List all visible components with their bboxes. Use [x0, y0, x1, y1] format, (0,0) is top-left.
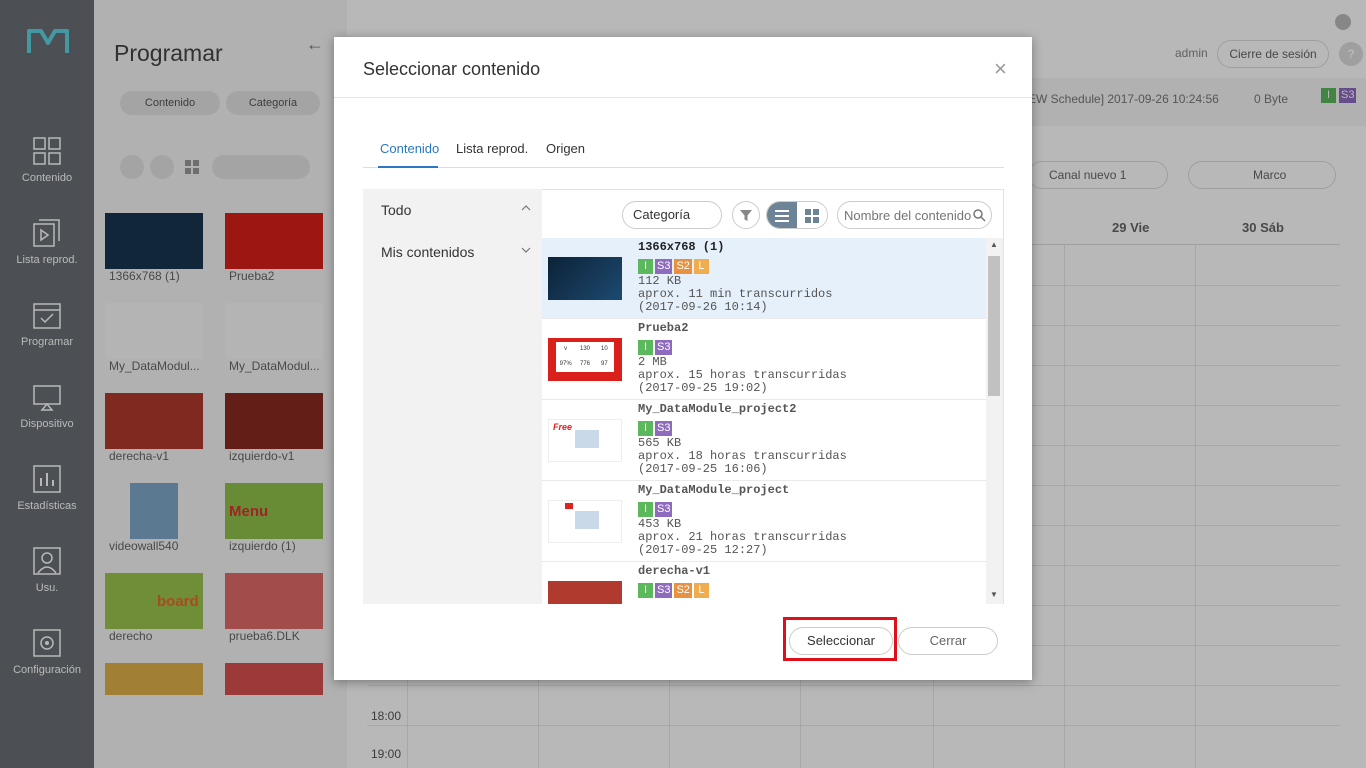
- content-search-input[interactable]: [837, 201, 992, 229]
- badge-i: I: [638, 583, 653, 598]
- list-icon: [775, 210, 789, 222]
- list-item[interactable]: Free My_DataModule_project2 I S3 565 KB a…: [542, 400, 986, 481]
- scrollbar-thumb[interactable]: [988, 256, 1000, 396]
- grid-icon: [805, 209, 819, 223]
- list-item[interactable]: v 130 10 97% 776 97 Prueba2 I S3 2 MB aprox. 1…: [542, 319, 986, 400]
- content-thumbnail: [548, 500, 622, 543]
- thumb-cell: 10: [600, 346, 608, 352]
- badge-s2: S2: [674, 583, 692, 598]
- filter-icon: [740, 210, 752, 221]
- grid-view-button[interactable]: [797, 202, 827, 228]
- active-tab-indicator: [378, 166, 438, 168]
- content-date: (2017-09-25 12:27): [638, 543, 768, 557]
- tree-item-mis-contenidos[interactable]: Mis contenidos: [381, 244, 474, 260]
- list-scrollbar[interactable]: ▲ ▼: [986, 238, 1003, 604]
- divider: [334, 97, 1032, 98]
- select-button[interactable]: Seleccionar: [789, 627, 893, 655]
- content-date: (2017-09-25 16:06): [638, 462, 768, 476]
- list-item[interactable]: 1366x768 (1) I S3 S2 L 112 KB aprox. 11 min…: [542, 238, 986, 319]
- content-name: Prueba2: [638, 321, 689, 335]
- thumb-cell: 130: [579, 346, 590, 352]
- content-date: (2017-09-25 19:02): [638, 381, 768, 395]
- badge-s2: S2: [674, 259, 692, 274]
- badge-i: I: [638, 502, 653, 517]
- search-icon[interactable]: [972, 208, 986, 222]
- list-view-button[interactable]: [767, 202, 797, 228]
- thumb-cell: 97%: [559, 361, 572, 367]
- content-name: My_DataModule_project2: [638, 402, 797, 416]
- view-toggle: [766, 201, 828, 229]
- category-tree: Todo Mis contenidos: [363, 189, 542, 604]
- content-meta: 2 MB aprox. 15 horas transcurridas (2017…: [638, 356, 847, 395]
- tree-item-todo[interactable]: Todo: [381, 202, 411, 218]
- badge-group: I S3 S2 L: [638, 582, 711, 598]
- close-button[interactable]: Cerrar: [898, 627, 998, 655]
- content-list-pane: Categoría 1366x768 (1) IS3S2L: [542, 189, 1004, 604]
- content-list: 1366x768 (1) I S3 S2 L 112 KB aprox. 11 min…: [542, 238, 986, 604]
- content-thumbnail: Free: [548, 419, 622, 462]
- thumb-cell: 776: [579, 361, 590, 367]
- badge-group: I S3 S2 L: [638, 258, 711, 274]
- badge-s3: S3: [655, 502, 673, 517]
- content-meta: 453 KB aprox. 21 horas transcurridas (20…: [638, 518, 847, 557]
- list-item[interactable]: derecha-v1 I S3 S2 L: [542, 562, 986, 604]
- badge-s3: S3: [655, 583, 673, 598]
- badge-i: I: [638, 340, 653, 355]
- content-thumbnail: v 130 10 97% 776 97: [548, 338, 622, 381]
- list-item[interactable]: My_DataModule_project I S3 453 KB aprox. …: [542, 481, 986, 562]
- scroll-up-icon[interactable]: ▲: [990, 240, 998, 249]
- badge-l: L: [693, 583, 709, 598]
- content-thumbnail: [548, 257, 622, 300]
- list-toolbar: Categoría: [542, 190, 1003, 238]
- tab-origen[interactable]: Origen: [546, 141, 585, 156]
- content-date: (2017-09-26 10:14): [638, 300, 768, 314]
- filter-button[interactable]: [732, 201, 760, 229]
- badge-i: I: [638, 259, 653, 274]
- scroll-down-icon[interactable]: ▼: [990, 590, 998, 599]
- select-content-dialog: Seleccionar contenido × Contenido Lista …: [334, 37, 1032, 680]
- chevron-down-icon[interactable]: [521, 244, 531, 258]
- chevron-up-icon[interactable]: [521, 202, 531, 216]
- content-name: derecha-v1: [638, 564, 711, 578]
- tab-contenido[interactable]: Contenido: [380, 141, 439, 156]
- badge-s3: S3: [655, 340, 673, 355]
- content-name: 1366x768 (1): [638, 240, 725, 254]
- dialog-title: Seleccionar contenido: [363, 59, 541, 79]
- tab-divider: [363, 167, 1004, 168]
- tab-lista-reprod[interactable]: Lista reprod.: [456, 141, 528, 156]
- category-select[interactable]: Categoría: [622, 201, 722, 229]
- badge-group: I S3: [638, 339, 674, 355]
- content-thumbnail: [548, 581, 622, 604]
- badge-l: L: [693, 259, 709, 274]
- thumb-cell: v: [564, 346, 568, 352]
- badge-i: I: [638, 421, 653, 436]
- badge-group: I S3: [638, 501, 674, 517]
- content-name: My_DataModule_project: [638, 483, 790, 497]
- thumb-cell: 97: [600, 361, 608, 367]
- content-meta: 112 KB aprox. 11 min transcurridos (2017…: [638, 275, 832, 314]
- badge-s3: S3: [655, 421, 673, 436]
- badge-s3: S3: [655, 259, 673, 274]
- content-meta: 565 KB aprox. 18 horas transcurridas (20…: [638, 437, 847, 476]
- close-icon[interactable]: ×: [994, 58, 1007, 80]
- badge-group: I S3: [638, 420, 674, 436]
